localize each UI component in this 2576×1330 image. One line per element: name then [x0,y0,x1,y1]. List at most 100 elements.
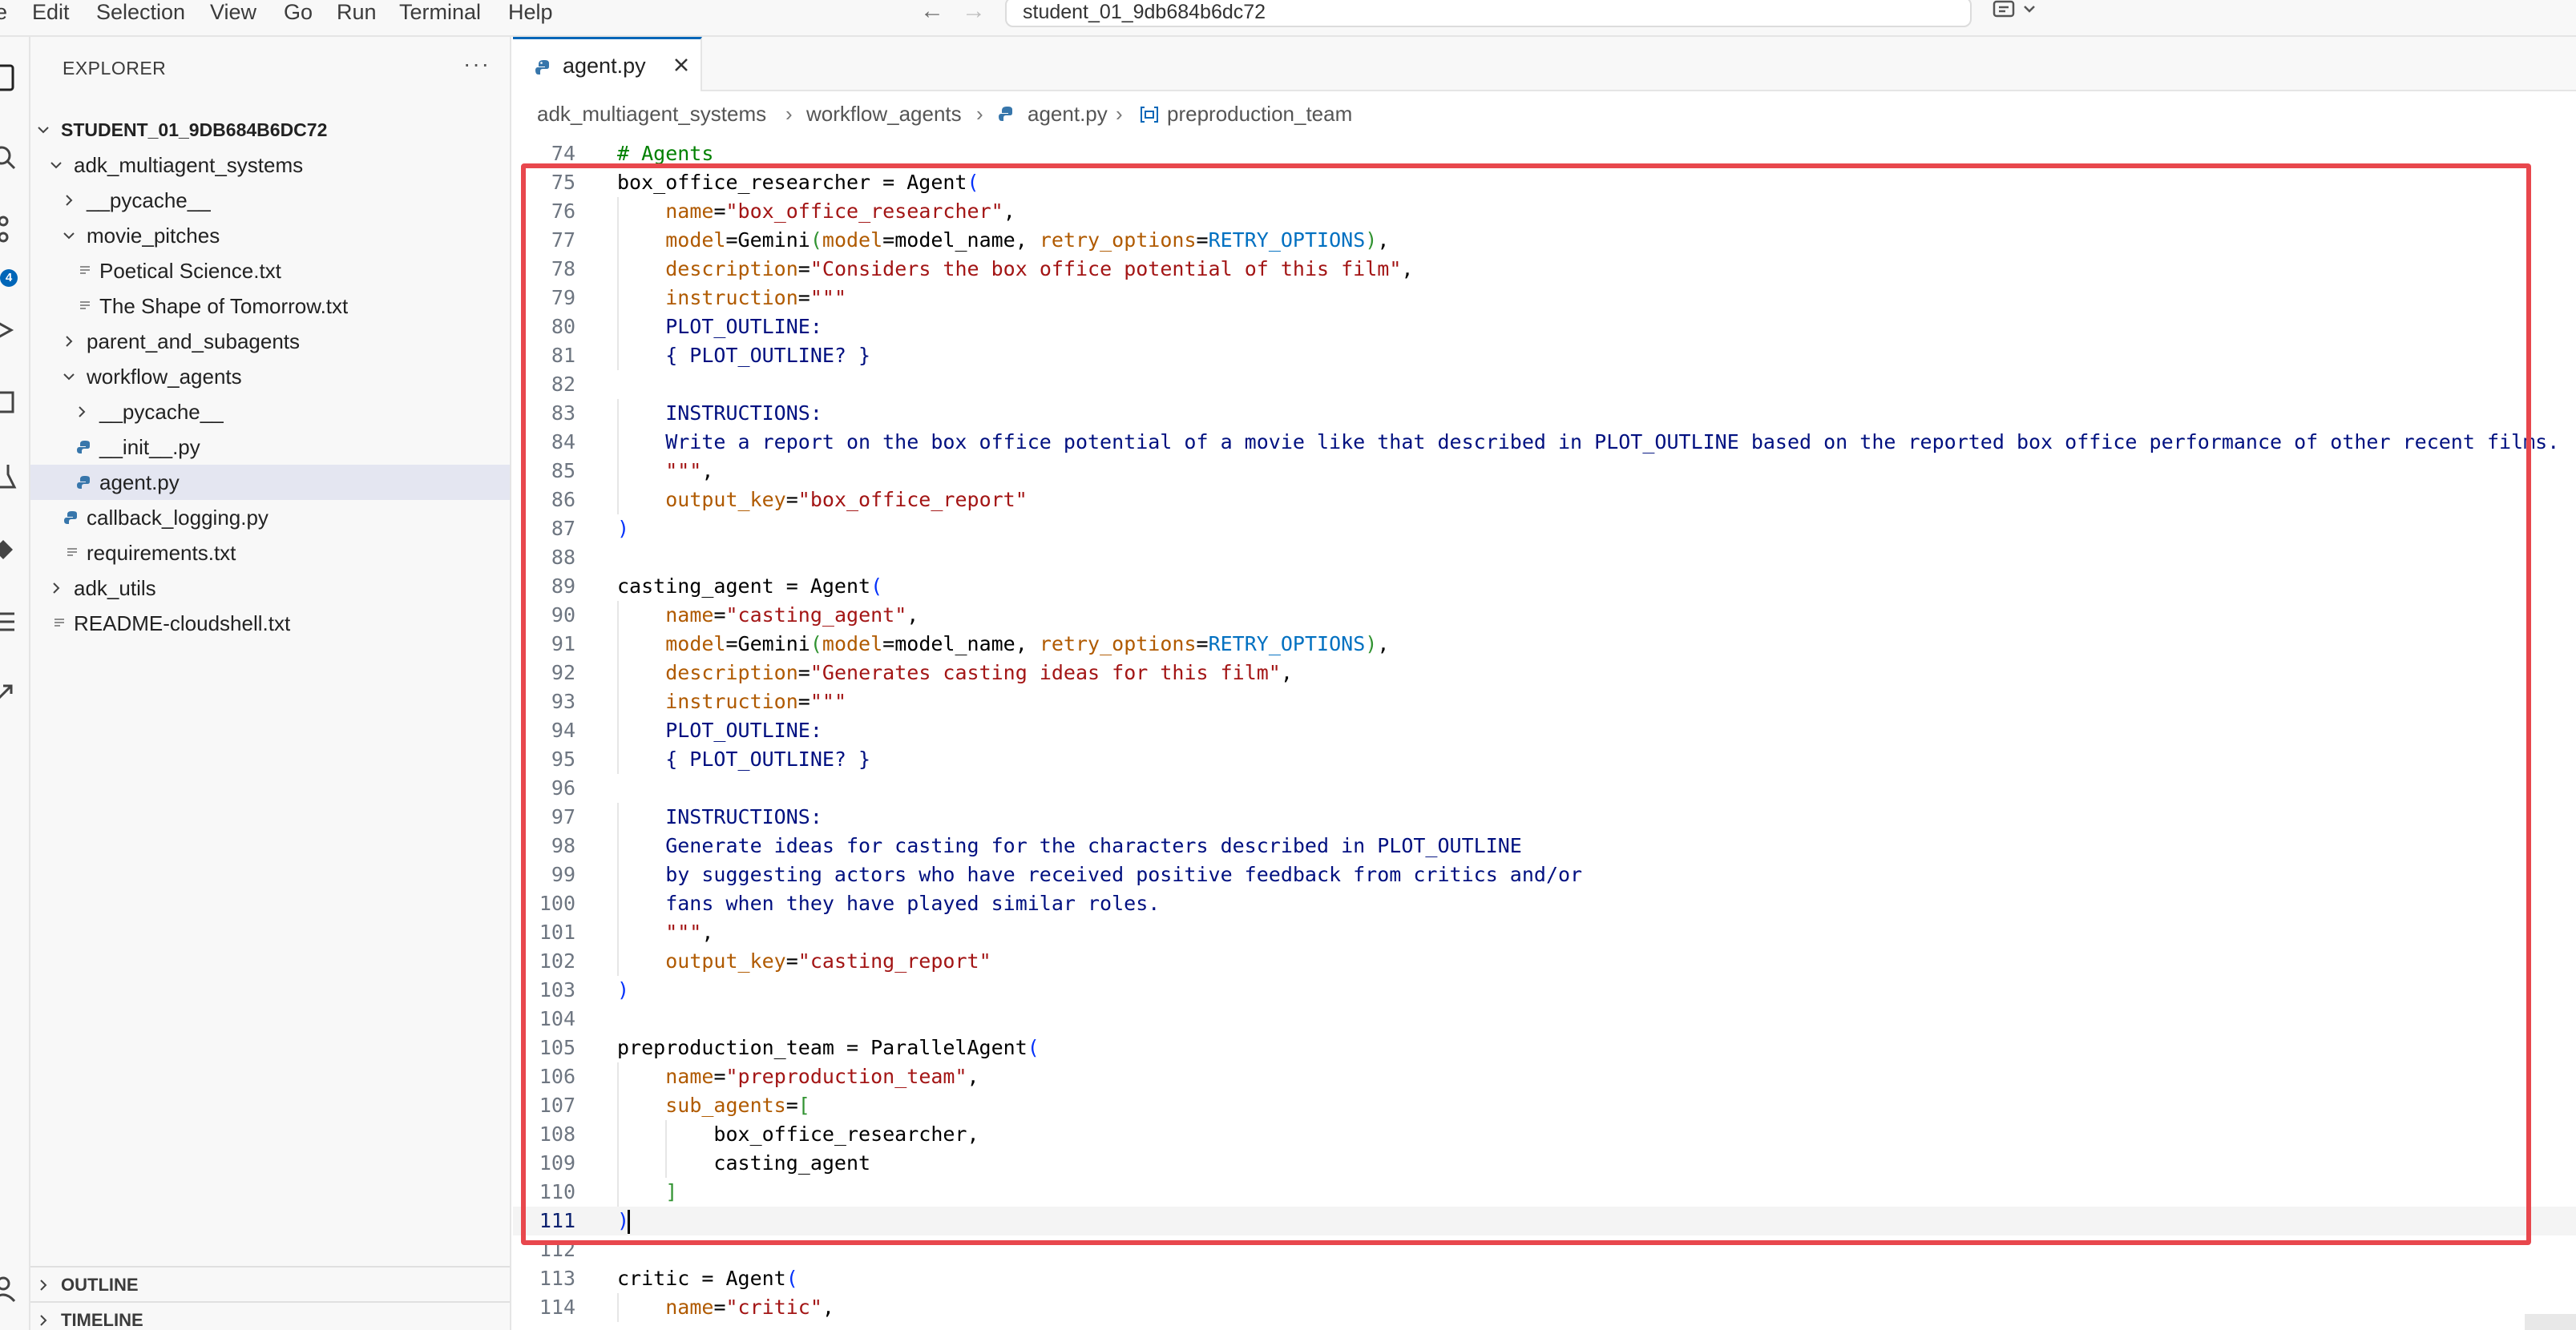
code-line[interactable]: 96 [513,774,2576,803]
tab-agent-py[interactable]: agent.py [513,37,702,91]
extensions-icon[interactable] [0,386,19,418]
code-line[interactable]: 92 description="Generates casting ideas … [513,659,2576,687]
code-text: casting_agent = Agent( [617,574,883,598]
source-control-icon[interactable] [0,213,19,245]
code-line[interactable]: 108 box_office_researcher, [513,1120,2576,1149]
tree-file[interactable]: __init__.py [30,429,510,465]
breadcrumb-item-file[interactable]: agent.py [1028,98,1108,130]
code-line[interactable]: 86 output_key="box_office_report" [513,486,2576,514]
code-editor[interactable]: 74 # Agents 75 box_office_researcher = Agen… [513,136,2576,1330]
flask-icon[interactable] [0,460,19,492]
code-text: preproduction_team = ParallelAgent( [617,1036,1040,1059]
code-line[interactable]: 103) [513,976,2576,1005]
code-line[interactable]: 107 sub_agents=[ [513,1091,2576,1120]
code-line[interactable]: 109 casting_agent [513,1149,2576,1178]
tree-folder[interactable]: __pycache__ [30,183,510,218]
code-line[interactable]: 88 [513,543,2576,572]
code-line[interactable]: 89 casting_agent = Agent( [513,572,2576,601]
code-line[interactable]: 113 critic = Agent( [513,1264,2576,1293]
run-debug-icon[interactable] [0,314,19,346]
tree-folder[interactable]: __pycache__ [30,394,510,429]
command-center-search[interactable]: student_01_9db684b6dc72 [1005,0,1972,27]
code-line[interactable]: 98 Generate ideas for casting for the ch… [513,832,2576,860]
tree-item-label: adk_utils [74,576,156,600]
indent-guide [617,860,619,889]
tree-file[interactable]: agent.py [30,465,510,500]
search-icon[interactable] [0,141,19,173]
menu-selection[interactable]: Selection [96,0,185,24]
tree-file[interactable]: Poetical Science.txt [30,253,510,288]
menu-go[interactable]: Go [284,0,313,24]
tree-folder[interactable]: parent_and_subagents [30,324,510,359]
code-line[interactable]: 74 # Agents [513,139,2576,168]
menu-terminal[interactable]: Terminal [399,0,481,24]
tree-folder[interactable]: movie_pitches [30,218,510,253]
code-line[interactable]: 106 name="preproduction_team", [513,1062,2576,1091]
explorer-files-icon[interactable] [0,61,19,93]
tree-item-label: Poetical Science.txt [99,259,281,283]
code-line[interactable]: 94 PLOT_OUTLINE: [513,716,2576,745]
menu-help[interactable]: Help [508,0,553,24]
code-line[interactable]: 85 """, [513,457,2576,486]
code-line[interactable]: 78 description="Considers the box office… [513,255,2576,284]
code-line[interactable]: 83 INSTRUCTIONS: [513,399,2576,428]
breadcrumb-item-folder[interactable]: adk_multiagent_systems [537,98,766,130]
outline-section[interactable]: OUTLINE [30,1266,510,1301]
remote-explorer-icon[interactable] [0,534,19,566]
code-line[interactable]: 79 instruction=""" [513,284,2576,312]
chat-layout-icon[interactable] [1993,0,2041,22]
menu-edit[interactable]: Edit [32,0,70,24]
code-text: model=Gemini(model=model_name, retry_opt… [665,632,1390,655]
menu-file-partial[interactable]: e [0,0,7,24]
timeline-section[interactable]: TIMELINE [30,1301,510,1330]
code-line[interactable]: 99 by suggesting actors who have receive… [513,860,2576,889]
code-line[interactable]: 87) [513,514,2576,543]
code-line[interactable]: 75 box_office_researcher = Agent( [513,168,2576,197]
sliders-icon[interactable] [0,604,19,636]
breadcrumb-separator-icon: › [1116,102,1123,126]
code-line[interactable]: 77 model=Gemini(model=model_name, retry_… [513,226,2576,255]
forward-arrow-icon[interactable]: → [962,0,986,24]
code-line[interactable]: 76 name="box_office_researcher", [513,197,2576,226]
breadcrumb-item-symbol[interactable]: preproduction_team [1167,98,1352,130]
tree-file[interactable]: README-cloudshell.txt [30,606,510,641]
code-line[interactable]: 114 name="critic", [513,1293,2576,1322]
tree-folder[interactable]: adk_multiagent_systems [30,147,510,183]
tree-folder[interactable]: adk_utils [30,570,510,606]
line-number: 85 [551,459,575,482]
indent-guide [617,947,619,976]
code-line[interactable]: 93 instruction=""" [513,687,2576,716]
tree-file[interactable]: requirements.txt [30,535,510,570]
account-icon[interactable] [0,1272,19,1304]
breadcrumb-item-subfolder[interactable]: workflow_agents [806,98,962,130]
code-line[interactable]: 90 name="casting_agent", [513,601,2576,630]
code-line[interactable]: 95 { PLOT_OUTLINE? } [513,745,2576,774]
code-line[interactable]: 102 output_key="casting_report" [513,947,2576,976]
close-icon[interactable] [670,54,692,76]
code-line[interactable]: 111) [513,1207,2576,1235]
more-actions-icon[interactable]: ··· [463,51,491,77]
code-line[interactable]: 84 Write a report on the box office pote… [513,428,2576,457]
code-line[interactable]: 110 ] [513,1178,2576,1207]
back-arrow-icon[interactable]: ← [920,0,944,24]
line-number: 88 [551,546,575,569]
menu-view[interactable]: View [210,0,256,24]
explorer-root-folder[interactable]: STUDENT_01_9DB684B6DC72 [30,112,510,147]
line-number: 99 [551,863,575,886]
tree-file[interactable]: callback_logging.py [30,500,510,535]
menu-run[interactable]: Run [337,0,377,24]
code-line[interactable]: 97 INSTRUCTIONS: [513,803,2576,832]
line-number: 100 [539,892,575,915]
tree-folder[interactable]: workflow_agents [30,359,510,394]
code-line[interactable]: 105 preproduction_team = ParallelAgent( [513,1034,2576,1062]
deploy-icon[interactable] [0,678,19,710]
code-line[interactable]: 91 model=Gemini(model=model_name, retry_… [513,630,2576,659]
code-line[interactable]: 112 [513,1235,2576,1264]
code-line[interactable]: 82 [513,370,2576,399]
code-line[interactable]: 104 [513,1005,2576,1034]
code-line[interactable]: 101 """, [513,918,2576,947]
code-line[interactable]: 80 PLOT_OUTLINE: [513,312,2576,341]
code-line[interactable]: 100 fans when they have played similar r… [513,889,2576,918]
code-line[interactable]: 81 { PLOT_OUTLINE? } [513,341,2576,370]
tree-file[interactable]: The Shape of Tomorrow.txt [30,288,510,324]
